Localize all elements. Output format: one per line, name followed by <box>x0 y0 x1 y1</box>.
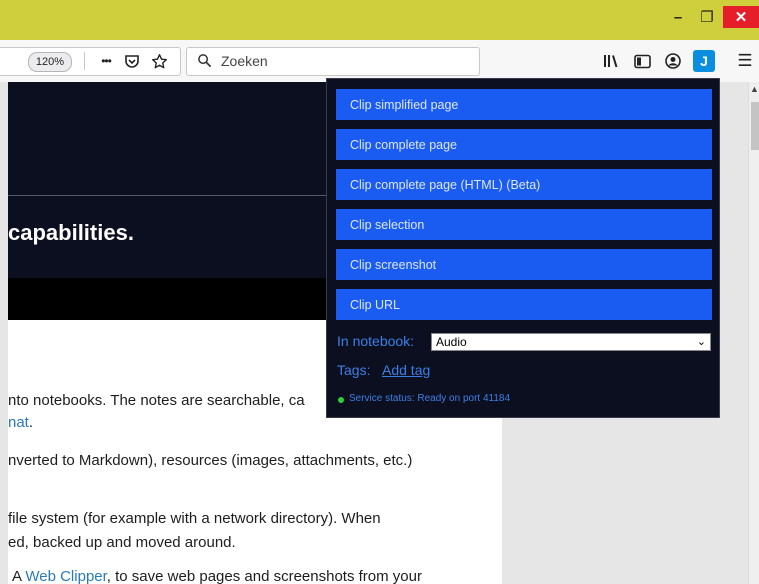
scroll-up-arrow[interactable]: ▲ <box>749 82 759 96</box>
hero-title: capabilities. <box>8 220 134 245</box>
toolbar-separator <box>84 52 85 70</box>
chevron-down-icon: ⌄ <box>696 336 706 348</box>
tags-label: Tags: <box>337 362 371 378</box>
paragraph-3-line-2: ed, backed up and moved around. <box>8 534 236 551</box>
paragraph-1-line-2: nat. <box>8 414 33 431</box>
paragraph-4-rest: , to save web pages and screenshots from… <box>106 568 422 584</box>
paragraph-1: nto notebooks. The notes are searchable,… <box>8 392 305 409</box>
library-icon[interactable] <box>601 51 623 71</box>
scroll-thumb[interactable] <box>751 102 759 150</box>
notebook-selected-value: Audio <box>436 335 467 349</box>
bookmark-star-icon[interactable] <box>149 51 169 71</box>
markdown-link[interactable]: nat <box>8 414 29 431</box>
paragraph-2: nverted to Markdown), resources (images,… <box>8 452 413 469</box>
clip-complete-page-button[interactable]: Clip complete page <box>336 129 712 160</box>
window-titlebar: – ❐ ✕ <box>0 0 759 40</box>
search-placeholder: Zoeken <box>221 53 268 69</box>
account-icon[interactable] <box>662 51 684 71</box>
paragraph-3-line-1: file system (for example with a network … <box>8 510 381 527</box>
joplin-clipper-popup: Clip simplified page Clip complete page … <box>326 78 720 418</box>
clip-selection-button[interactable]: Clip selection <box>336 209 712 240</box>
paragraph-1-text: nto notebooks. The notes are searchable,… <box>8 392 305 409</box>
notebook-select[interactable]: Audio ⌄ <box>431 333 711 351</box>
paragraph-4-prefix: A <box>12 568 26 584</box>
joplin-clipper-button[interactable]: J <box>693 50 715 72</box>
clip-simplified-page-button[interactable]: Clip simplified page <box>336 89 712 120</box>
hero-divider <box>8 195 328 196</box>
paragraph-1-end: . <box>28 414 34 431</box>
notebook-label: In notebook: <box>337 333 415 349</box>
minimize-button[interactable]: – <box>663 6 693 28</box>
sidebar-icon[interactable] <box>631 51 653 71</box>
web-clipper-link[interactable]: Web Clipper <box>25 568 106 584</box>
paragraph-4: A Web Clipper, to save web pages and scr… <box>12 568 422 584</box>
more-actions-icon[interactable]: ••• <box>96 51 116 71</box>
search-icon <box>197 53 212 73</box>
zoom-level-button[interactable]: 120% <box>28 52 72 72</box>
clip-complete-page-html-button[interactable]: Clip complete page (HTML) (Beta) <box>336 169 712 200</box>
pocket-icon[interactable] <box>122 51 142 71</box>
menu-hamburger-icon[interactable]: ☰ <box>735 50 755 72</box>
maximize-button[interactable]: ❐ <box>693 6 721 28</box>
search-box[interactable]: Zoeken <box>186 47 480 76</box>
add-tag-link[interactable]: Add tag <box>382 362 430 378</box>
service-status-text: Service status: Ready on port 41184 <box>349 393 511 404</box>
clip-screenshot-button[interactable]: Clip screenshot <box>336 249 712 280</box>
status-dot-icon <box>338 397 344 403</box>
close-window-button[interactable]: ✕ <box>723 6 759 28</box>
clip-url-button[interactable]: Clip URL <box>336 289 712 320</box>
page-scrollbar[interactable]: ▲ <box>748 82 759 584</box>
browser-toolbar: 120% ••• Zoeken J ☰ <box>0 40 759 83</box>
